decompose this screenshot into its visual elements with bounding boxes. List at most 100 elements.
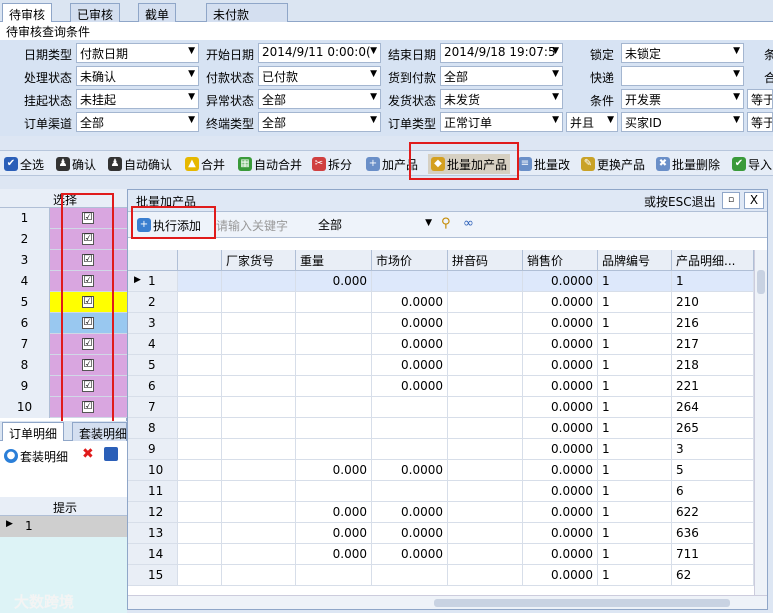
row-number[interactable]: 12 bbox=[128, 502, 178, 523]
table-cell[interactable] bbox=[372, 271, 448, 292]
table-cell[interactable] bbox=[178, 544, 222, 565]
table-cell[interactable]: 265 bbox=[672, 418, 754, 439]
split-button[interactable]: ✂ 拆分 bbox=[312, 155, 352, 173]
table-cell[interactable]: 0.0000 bbox=[372, 376, 448, 397]
table-cell[interactable] bbox=[372, 418, 448, 439]
search-input[interactable]: 请输入关键字 bbox=[214, 216, 312, 234]
table-cell[interactable]: 0.000 bbox=[296, 271, 372, 292]
table-cell[interactable]: 1 bbox=[598, 439, 672, 460]
table-cell[interactable] bbox=[178, 376, 222, 397]
process-status-select[interactable]: 未确认 ▼ bbox=[76, 66, 199, 86]
table-cell[interactable] bbox=[178, 355, 222, 376]
tab-cutoff[interactable]: 截单 bbox=[138, 3, 177, 22]
table-cell[interactable]: 1 bbox=[598, 544, 672, 565]
import-button[interactable]: ✔ 导入 bbox=[732, 155, 772, 173]
table-cell[interactable] bbox=[448, 418, 523, 439]
confirm-button[interactable]: ♟ 确认 bbox=[56, 155, 96, 173]
row-number[interactable]: 3 bbox=[128, 313, 178, 334]
table-cell[interactable] bbox=[178, 565, 222, 586]
table-cell[interactable]: 0.0000 bbox=[523, 292, 598, 313]
table-cell[interactable]: 0.0000 bbox=[372, 355, 448, 376]
table-cell[interactable]: 0.0000 bbox=[523, 334, 598, 355]
table-cell[interactable]: 0.0000 bbox=[523, 355, 598, 376]
table-cell[interactable]: 0.0000 bbox=[523, 523, 598, 544]
row-number[interactable]: 15 bbox=[128, 565, 178, 586]
start-date-select[interactable]: 2014/9/11 0:00:0(▼ bbox=[258, 43, 381, 63]
row-number[interactable]: 2 bbox=[128, 292, 178, 313]
table-cell[interactable] bbox=[448, 334, 523, 355]
table-cell[interactable] bbox=[448, 523, 523, 544]
table-cell[interactable] bbox=[296, 481, 372, 502]
table-cell[interactable]: 0.0000 bbox=[523, 544, 598, 565]
table-cell[interactable] bbox=[448, 502, 523, 523]
table-cell[interactable] bbox=[178, 460, 222, 481]
table-cell[interactable]: 0.0000 bbox=[523, 397, 598, 418]
column-header[interactable] bbox=[128, 250, 178, 271]
row-number[interactable]: 6 bbox=[128, 376, 178, 397]
table-cell[interactable] bbox=[222, 439, 296, 460]
row-number[interactable]: 14 bbox=[128, 544, 178, 565]
table-cell[interactable] bbox=[222, 313, 296, 334]
cod-select[interactable]: 全部 ▼ bbox=[440, 66, 563, 86]
row-number[interactable]: 7 bbox=[128, 397, 178, 418]
table-cell[interactable] bbox=[372, 481, 448, 502]
ship-status-select[interactable]: 未发货 ▼ bbox=[440, 89, 563, 109]
delete-icon[interactable]: ✖ bbox=[82, 446, 94, 462]
table-cell[interactable]: 0.0000 bbox=[372, 292, 448, 313]
horizontal-scrollbar[interactable] bbox=[128, 595, 767, 609]
hold-status-select[interactable]: 未挂起 ▼ bbox=[76, 89, 199, 109]
table-cell[interactable] bbox=[178, 313, 222, 334]
table-cell[interactable]: 636 bbox=[672, 523, 754, 544]
tab-reviewed[interactable]: 已审核 bbox=[70, 3, 121, 22]
table-cell[interactable] bbox=[372, 397, 448, 418]
row-number[interactable]: 13 bbox=[128, 523, 178, 544]
row-number[interactable]: 9 bbox=[128, 439, 178, 460]
table-cell[interactable] bbox=[222, 418, 296, 439]
table-cell[interactable] bbox=[222, 544, 296, 565]
save-icon[interactable] bbox=[104, 447, 118, 461]
table-cell[interactable]: 221 bbox=[672, 376, 754, 397]
auto-merge-button[interactable]: ▦ 自动合并 bbox=[238, 155, 302, 173]
column-header[interactable]: 拼音码 bbox=[448, 250, 523, 271]
exception-status-select[interactable]: 全部 ▼ bbox=[258, 89, 381, 109]
search-icon[interactable]: ⚲ bbox=[441, 216, 451, 231]
column-header[interactable]: 产品明细... bbox=[672, 250, 754, 271]
table-row[interactable]: ▶ 1 bbox=[0, 516, 127, 537]
table-cell[interactable]: 6 bbox=[672, 481, 754, 502]
table-cell[interactable]: 0.000 bbox=[296, 502, 372, 523]
table-cell[interactable] bbox=[296, 418, 372, 439]
column-header[interactable] bbox=[178, 250, 222, 271]
condition-select[interactable]: 开发票 ▼ bbox=[621, 89, 744, 109]
table-cell[interactable]: 0.0000 bbox=[372, 313, 448, 334]
column-header[interactable]: 销售价 bbox=[523, 250, 598, 271]
payment-status-select[interactable]: 已付款 ▼ bbox=[258, 66, 381, 86]
tab-unpaid[interactable]: 未付款 bbox=[206, 3, 288, 22]
table-cell[interactable] bbox=[372, 565, 448, 586]
scroll-thumb[interactable] bbox=[757, 270, 765, 294]
table-cell[interactable]: 1 bbox=[598, 565, 672, 586]
table-cell[interactable] bbox=[178, 397, 222, 418]
table-cell[interactable] bbox=[448, 565, 523, 586]
terminal-select[interactable]: 全部 ▼ bbox=[258, 112, 381, 132]
table-cell[interactable] bbox=[222, 502, 296, 523]
table-cell[interactable] bbox=[296, 334, 372, 355]
table-cell[interactable] bbox=[178, 334, 222, 355]
scroll-thumb[interactable] bbox=[434, 599, 730, 607]
table-cell[interactable] bbox=[296, 313, 372, 334]
row-number[interactable]: 5 bbox=[128, 355, 178, 376]
table-cell[interactable] bbox=[178, 523, 222, 544]
operator-select[interactable]: 等于 bbox=[747, 112, 773, 132]
batch-edit-button[interactable]: ≡ 批量改 bbox=[518, 155, 570, 173]
table-cell[interactable]: 1 bbox=[598, 313, 672, 334]
table-cell[interactable] bbox=[178, 439, 222, 460]
table-cell[interactable] bbox=[222, 271, 296, 292]
table-cell[interactable]: 1 bbox=[598, 292, 672, 313]
table-cell[interactable]: 1 bbox=[598, 460, 672, 481]
table-cell[interactable] bbox=[448, 481, 523, 502]
vertical-scrollbar[interactable] bbox=[754, 250, 767, 595]
table-cell[interactable] bbox=[296, 439, 372, 460]
batch-delete-button[interactable]: ✖ 批量删除 bbox=[656, 155, 720, 173]
table-cell[interactable]: 1 bbox=[598, 481, 672, 502]
row-number[interactable]: 10 bbox=[128, 460, 178, 481]
table-cell[interactable] bbox=[178, 292, 222, 313]
